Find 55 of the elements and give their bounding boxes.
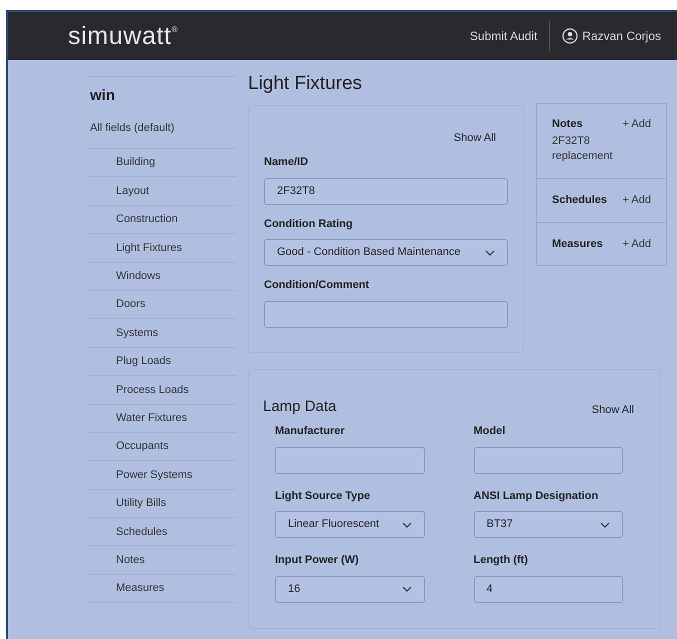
field-label: Light Source Type (275, 488, 372, 504)
input-field[interactable]: 4 (474, 576, 623, 602)
field-label: Condition Rating (264, 216, 354, 232)
sidebar-item[interactable]: Windows (116, 268, 161, 284)
show-all-link[interactable]: Show All (592, 402, 634, 418)
user-link[interactable]: Razvan Corjos (582, 27, 661, 45)
sidebar-item[interactable]: Doors (116, 296, 146, 313)
sidebar-item[interactable]: Water Fixtures (116, 410, 188, 426)
sidebar-item[interactable]: Process Loads (116, 382, 189, 398)
sidebar-item[interactable]: Utility Bills (116, 495, 166, 512)
dropdown[interactable]: 16 (275, 576, 424, 602)
panel-title: Schedules (552, 193, 608, 208)
show-all-link[interactable]: Show All (454, 130, 496, 146)
sidebar-item[interactable]: Power Systems (116, 466, 192, 484)
sidebar-subtitle: All fields (default) (90, 120, 176, 136)
sidebar-item[interactable]: Measures (116, 580, 164, 597)
input-field[interactable] (264, 300, 508, 328)
logo: simuwatt® (68, 21, 178, 51)
section-title: Lamp Data (263, 396, 336, 416)
panel-title: Notes (552, 116, 583, 132)
sidebar-item[interactable]: Occupants (116, 438, 169, 455)
sidebar-item[interactable]: Layout (116, 182, 150, 200)
submit-audit-link[interactable]: Submit Audit (470, 21, 550, 51)
add-link[interactable]: + Add (622, 116, 651, 132)
field-label: Name/ID (264, 155, 310, 170)
dropdown[interactable]: Good - Condition Based Maintenance (264, 239, 508, 266)
chevron-down-icon (485, 250, 495, 256)
sidebar-item[interactable]: Light Fixtures (116, 240, 182, 256)
field-label: Length (ft) (474, 553, 529, 568)
add-link[interactable]: + Add (622, 236, 651, 252)
chevron-down-icon (402, 522, 412, 528)
input-field[interactable] (474, 446, 623, 474)
sidebar-item[interactable]: Construction (116, 211, 178, 228)
sidebar-item[interactable]: Notes (116, 552, 145, 568)
add-link[interactable]: + Add (622, 192, 651, 208)
field-label: Manufacturer (275, 424, 346, 439)
sidebar-title: win (90, 86, 116, 106)
input-field[interactable] (275, 446, 424, 474)
field-label: Input Power (W) (275, 553, 360, 568)
input-field[interactable]: 2F32T8 (264, 178, 508, 204)
sidebar-item[interactable]: Schedules (116, 524, 168, 540)
dropdown[interactable]: BT37 (474, 511, 623, 538)
user-icon (562, 28, 578, 44)
sidebar-item[interactable]: Building (116, 154, 156, 171)
chevron-down-icon (402, 586, 412, 592)
note-text: 2F32T8 replacement (552, 134, 614, 164)
page-title: Light Fixtures (248, 72, 364, 96)
chevron-down-icon (600, 522, 610, 528)
panel-title: Measures (552, 236, 603, 252)
field-label: Model (474, 424, 506, 439)
sidebar-item[interactable]: Plug Loads (116, 353, 172, 370)
field-label: Condition/Comment (264, 278, 370, 293)
sidebar-item[interactable]: Systems (116, 324, 158, 342)
dropdown[interactable]: Linear Fluorescent (275, 511, 424, 538)
field-label: ANSI Lamp Designation (474, 488, 600, 504)
